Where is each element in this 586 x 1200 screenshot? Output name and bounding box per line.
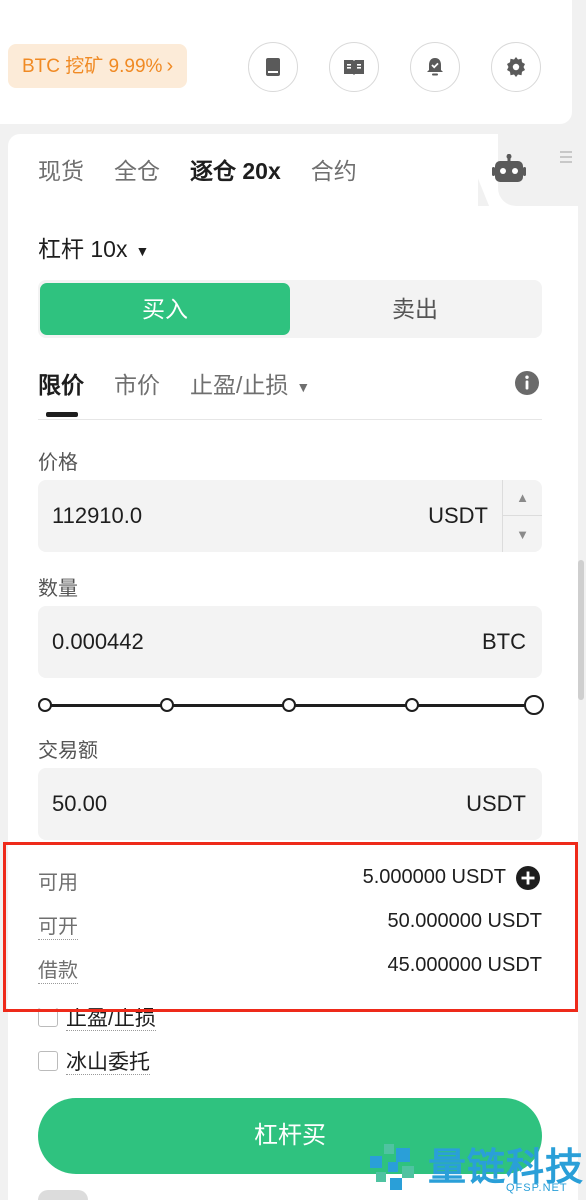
book-button[interactable]: [248, 42, 298, 92]
bottom-toggle[interactable]: [38, 1190, 88, 1200]
buy-button[interactable]: 买入: [40, 283, 290, 335]
tab-spot[interactable]: 现货: [38, 152, 84, 186]
settings-button[interactable]: [491, 42, 541, 92]
drag-handle-icon[interactable]: [560, 148, 572, 170]
book-icon: [266, 58, 280, 76]
slider-thumb[interactable]: [524, 695, 544, 715]
trade-type-tabs: 现货 全仓 逐仓 20x 合约: [38, 152, 357, 186]
tab-cross-margin[interactable]: 全仓: [114, 152, 160, 186]
price-alert-button[interactable]: [410, 42, 460, 92]
price-input[interactable]: 112910.0 USDT ▲ ▼: [38, 480, 542, 552]
info-icon[interactable]: [514, 370, 540, 396]
price-stepper: ▲ ▼: [502, 480, 542, 552]
scrollbar[interactable]: [578, 560, 584, 700]
price-unit: USDT: [428, 503, 488, 528]
leverage-selector[interactable]: 杠杆 10x ▼: [38, 230, 149, 264]
slider-stop-75[interactable]: [405, 698, 419, 712]
iceberg-option-label: 冰山委托: [66, 1051, 150, 1075]
caret-down-icon: ▼: [516, 526, 529, 542]
chevron-right-icon: ›: [166, 55, 174, 77]
tab-futures[interactable]: 合约: [311, 152, 357, 186]
highlight-mask: [7, 1000, 574, 1008]
quantity-unit: BTC: [482, 629, 526, 654]
amount-input[interactable]: 50.00 USDT: [38, 768, 542, 840]
leverage-value: 10x: [90, 236, 128, 262]
amount-label: 交易额: [38, 740, 98, 762]
top-bar: BTC 挖矿 9.99% ›: [0, 0, 572, 124]
tab-limit[interactable]: 限价: [38, 366, 84, 400]
order-type-tabs: 限价 市价 止盈/止损 ▼: [38, 366, 310, 400]
iceberg-option[interactable]: 冰山委托: [38, 1046, 150, 1076]
watermark-logo-icon: [370, 1144, 414, 1190]
highlight-box: [3, 842, 578, 1012]
slider-stop-0[interactable]: [38, 698, 52, 712]
price-increase-button[interactable]: ▲: [503, 480, 542, 516]
price-value: 112910.0: [52, 503, 143, 528]
caret-up-icon: ▲: [516, 490, 529, 505]
alert-bell-icon: [427, 58, 443, 76]
divider: [38, 419, 542, 420]
quantity-value: 0.000442: [52, 629, 144, 654]
caret-down-icon: ▼: [296, 378, 311, 395]
amount-unit: USDT: [466, 791, 526, 816]
watermark-subtitle: QFSP.NET: [506, 1182, 568, 1194]
buy-sell-toggle: 买入 卖出: [38, 280, 542, 338]
btc-mining-promo-button[interactable]: BTC 挖矿 9.99% ›: [8, 44, 188, 88]
amount-slider[interactable]: [38, 694, 544, 716]
slider-stop-25[interactable]: [160, 698, 174, 712]
settings-gear-icon: [507, 57, 525, 77]
quantity-label: 数量: [38, 578, 78, 600]
tab-tpsl-label: 止盈/止损: [190, 372, 289, 398]
price-label: 价格: [38, 452, 78, 474]
sell-button[interactable]: 卖出: [290, 283, 540, 335]
caret-down-icon: ▼: [135, 242, 150, 259]
watermark: 量链科技 QFSP.NET: [364, 1134, 586, 1200]
amount-value: 50.00: [52, 791, 108, 816]
price-decrease-button[interactable]: ▼: [503, 516, 542, 552]
slider-stop-50[interactable]: [282, 698, 296, 712]
tab-tpsl[interactable]: 止盈/止损 ▼: [190, 366, 310, 400]
guide-icon: [344, 60, 364, 75]
trading-bot-icon[interactable]: [492, 154, 526, 184]
tab-market[interactable]: 市价: [114, 366, 160, 400]
tab-isolated-margin[interactable]: 逐仓 20x: [190, 152, 281, 186]
promo-label: BTC 挖矿 9.99%: [22, 56, 163, 77]
quantity-input[interactable]: 0.000442 BTC: [38, 606, 542, 678]
active-tab-indicator: [46, 412, 78, 417]
iceberg-checkbox[interactable]: [38, 1051, 58, 1071]
leverage-label: 杠杆: [38, 236, 84, 262]
guide-button[interactable]: [329, 42, 379, 92]
